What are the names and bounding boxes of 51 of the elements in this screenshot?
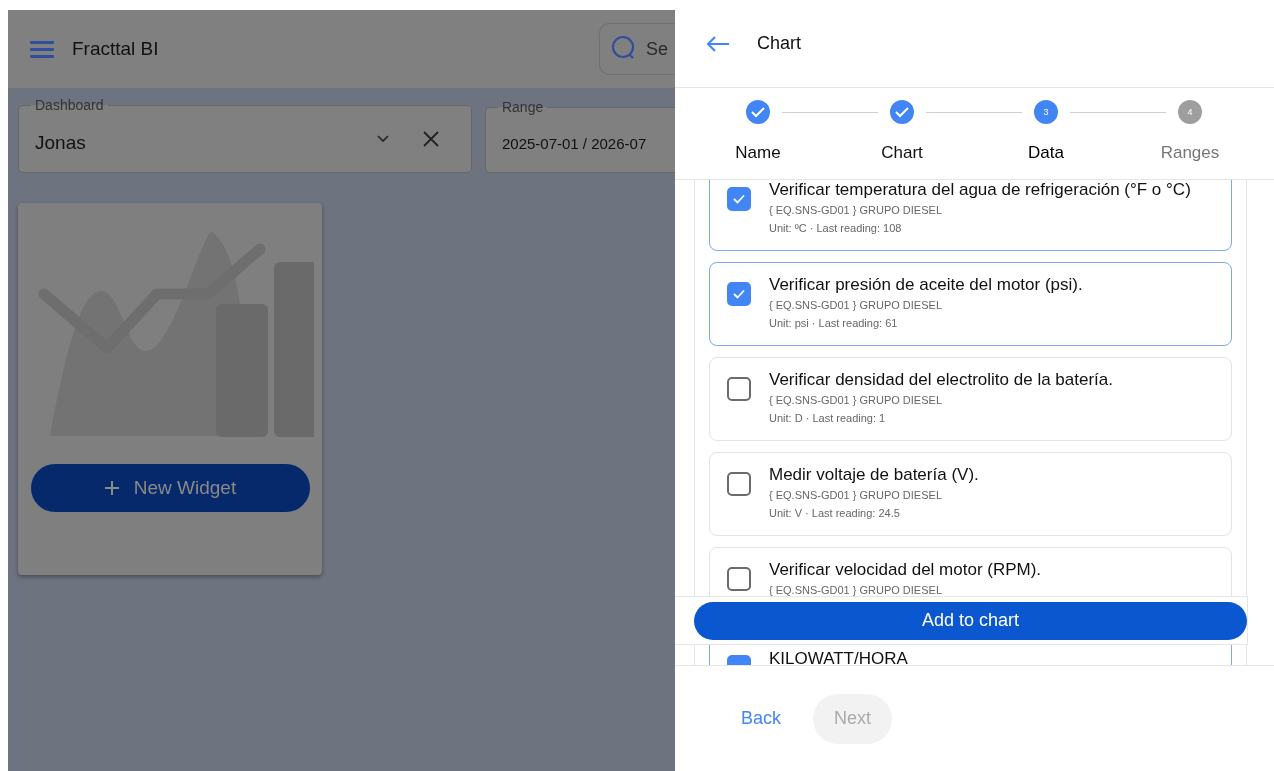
reading-text: Unit: psi · Last reading: 61 <box>769 317 899 329</box>
reading-text: Unit: V · Last reading: 24.5 <box>769 507 901 519</box>
variable-card[interactable]: KILOWATT/HORA <box>709 645 1232 665</box>
step-indicator: 4 <box>1178 100 1202 124</box>
step-label[interactable]: Name <box>686 143 830 163</box>
field-value: Jonas <box>35 131 86 154</box>
variable-title: Verificar densidad del electrolito de la batería. <box>769 370 1113 390</box>
variable-card[interactable]: Medir voltaje de batería (V). { EQ.SNS-GD01 } GRUPO DIESEL Unit: V · Last reading: 24.5 <box>709 452 1232 536</box>
step-indicator: 3 <box>1034 100 1058 124</box>
clear-icon[interactable] <box>422 131 439 147</box>
select-field[interactable]: Dashboard Jonas <box>18 97 472 173</box>
variable-title: Medir voltaje de batería (V). <box>769 465 979 485</box>
variable-title: Verificar temperatura del agua de refrigeración (°F o °C) <box>769 180 1191 200</box>
checkbox[interactable] <box>727 377 751 401</box>
step-label[interactable]: Chart <box>830 143 974 163</box>
checkbox[interactable] <box>727 567 751 591</box>
checkbox[interactable] <box>727 472 751 496</box>
drawer-title: Chart <box>757 33 801 54</box>
reading-text: Unit: D · Last reading: 1 <box>769 412 887 424</box>
check-icon <box>733 289 745 299</box>
equipment-text: { EQ.SNS-GD01 } GRUPO DIESEL <box>769 204 943 216</box>
check-icon <box>733 194 745 204</box>
input-field[interactable]: Range 2025-07-01 / 2026-07 <box>484 99 675 173</box>
check-icon <box>895 106 909 118</box>
equipment-text: { EQ.SNS-GD01 } GRUPO DIESEL <box>769 489 943 501</box>
new-widget-button[interactable]: New Widget <box>30 464 310 512</box>
checkbox[interactable] <box>727 187 751 211</box>
variable-title: Verificar velocidad del motor (RPM). <box>769 560 1042 580</box>
reading-text: Unit: ºC · Last reading: 108 <box>769 222 903 234</box>
field-label: Range <box>500 99 545 115</box>
add-to-chart-button[interactable]: Add to chart <box>694 601 1247 640</box>
variable-card[interactable]: Verificar densidad del electrolito de la batería. { EQ.SNS-GD01 } GRUPO DIESEL Unit: D · Last reading: 1 <box>709 357 1232 441</box>
field-value: 2025-07-01 / 2026-07 <box>501 135 647 152</box>
variable-card[interactable]: Verificar presión de aceite del motor (psi). { EQ.SNS-GD01 } GRUPO DIESEL Unit: psi · Last reading: 61 <box>709 262 1232 346</box>
equipment-text: { EQ.SNS-GD01 } GRUPO DIESEL <box>769 299 943 311</box>
variable-title: Verificar presión de aceite del motor (psi). <box>769 275 1083 295</box>
step-label[interactable]: Data <box>974 143 1118 163</box>
search-field[interactable]: Se <box>599 23 675 75</box>
variable-title: KILOWATT/HORA <box>769 649 908 665</box>
equipment-text: { EQ.SNS-GD01 } GRUPO DIESEL <box>769 394 943 406</box>
back-button[interactable]: Back <box>725 700 798 737</box>
chevron-down-icon[interactable] <box>376 135 389 143</box>
variable-card[interactable]: Verificar temperatura del agua de refrigeración (°F o °C) { EQ.SNS-GD01 } GRUPO DIESEL Unit: ºC · Last reading: 108 <box>709 180 1232 251</box>
equipment-text: { EQ.SNS-GD01 } GRUPO DIESEL <box>769 584 943 596</box>
plus-icon <box>103 480 120 496</box>
step-label[interactable]: Ranges <box>1118 143 1262 163</box>
app-title: Fracttal BI <box>72 38 159 60</box>
check-icon <box>751 106 765 118</box>
field-label: Dashboard <box>34 97 105 113</box>
checkbox[interactable] <box>727 282 751 306</box>
back-arrow-icon[interactable] <box>706 34 730 53</box>
